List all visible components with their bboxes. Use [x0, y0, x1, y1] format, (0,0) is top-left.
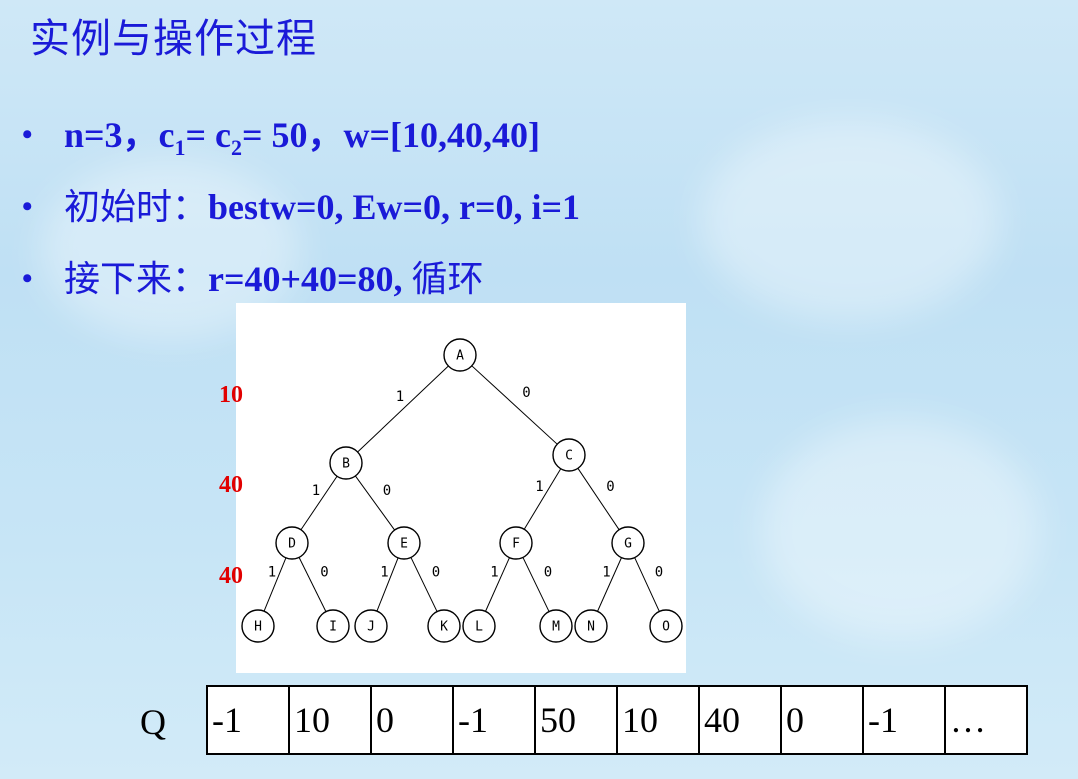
edge-label-0: 0	[606, 479, 614, 495]
queue-table: -1 10 0 -1 50 10 40 0 -1…	[206, 685, 1028, 755]
queue-row: -1 10 0 -1 50 10 40 0 -1…	[206, 685, 1028, 755]
queue-cell-1: 10	[288, 685, 372, 755]
tree-node-label: K	[440, 620, 448, 635]
edge-label-1: 1	[602, 565, 610, 581]
tree-edge	[523, 468, 562, 530]
tree-node-label: G	[624, 537, 632, 552]
edge-label-1: 1	[535, 479, 543, 495]
edge-label-0: 0	[655, 565, 663, 581]
param-n: n=3，	[64, 115, 159, 155]
tree-node-label: H	[254, 620, 262, 635]
tree-edge	[577, 468, 620, 530]
solution-tree: 1 0 1 0 1 0 1 0 1 0 1 0 1 0 A B C D E F G H I J K L M N O	[236, 303, 686, 673]
bullet-parameters: • n=3，c1= c2= 50，w=[10,40,40]	[22, 108, 580, 180]
tree-edge	[471, 365, 558, 445]
edge-label-0: 0	[544, 565, 552, 581]
bullet-dot: •	[22, 262, 33, 295]
param-weights: = 50，w=[10,40,40]	[242, 115, 541, 155]
tree-node-label: D	[288, 537, 296, 552]
queue-cell-5: 10	[616, 685, 700, 755]
edge-label-1: 1	[380, 565, 388, 581]
edge-label-0: 0	[522, 385, 530, 401]
param-c1-subscript: 1	[174, 135, 186, 160]
tree-node-label: O	[662, 620, 670, 635]
bullet-list: • n=3，c1= c2= 50，w=[10,40,40] • 初始时：bestw=…	[22, 108, 580, 324]
edge-label-1: 1	[268, 565, 276, 581]
queue-cell-8: -1	[862, 685, 946, 755]
param-c2-subscript: 2	[231, 135, 243, 160]
level-weight-3: 40	[219, 563, 243, 589]
edge-label-0: 0	[432, 565, 440, 581]
queue-label: Q	[140, 702, 166, 742]
tree-node-label: I	[329, 620, 337, 635]
edge-label-1: 1	[490, 565, 498, 581]
initial-values: bestw=0, Ew=0, r=0, i=1	[208, 187, 581, 227]
edge-label-1: 1	[396, 389, 404, 405]
background-highlight	[760, 420, 1040, 640]
tree-diagram: 1 0 1 0 1 0 1 0 1 0 1 0 1 0 A B C D E F G H I J K L M N O	[241, 338, 683, 643]
bullet-initial: • 初始时：bestw=0, Ew=0, r=0, i=1	[22, 180, 580, 252]
tree-node-label: N	[587, 620, 595, 635]
bullet-dot: •	[22, 118, 33, 151]
slide-title: 实例与操作过程	[30, 16, 317, 62]
queue-cell-9: …	[944, 685, 1028, 755]
queue-cell-2: 0	[370, 685, 454, 755]
queue-cell-3: -1	[452, 685, 536, 755]
queue-cell-7: 0	[780, 685, 864, 755]
tree-node-label: E	[400, 537, 408, 552]
tree-node-label: B	[342, 457, 350, 472]
level-weight-2: 40	[219, 472, 243, 498]
tree-node-label: F	[512, 537, 520, 552]
edge-label-1: 1	[312, 483, 320, 499]
tree-node-label: L	[475, 620, 483, 635]
edge-label-0: 0	[320, 565, 328, 581]
next-values: r=40+40=80,	[208, 259, 403, 299]
level-weight-1: 10	[219, 382, 243, 408]
tree-node-label: C	[565, 449, 573, 464]
queue-cell-4: 50	[534, 685, 618, 755]
param-c-equals: = c	[185, 115, 232, 155]
tree-node-label: M	[552, 620, 560, 635]
param-c: c	[158, 115, 175, 155]
bullet-dot: •	[22, 190, 33, 223]
background-highlight	[700, 120, 1000, 320]
tree-node-label: J	[367, 620, 375, 635]
queue-cell-0: -1	[206, 685, 290, 755]
edge-label-0: 0	[383, 483, 391, 499]
initial-label: 初始时：	[64, 187, 209, 228]
tree-edge	[357, 365, 449, 453]
next-loop: 循环	[411, 259, 484, 300]
next-label: 接下来：	[64, 259, 209, 300]
tree-node-label: A	[456, 349, 464, 364]
queue-cell-6: 40	[698, 685, 782, 755]
